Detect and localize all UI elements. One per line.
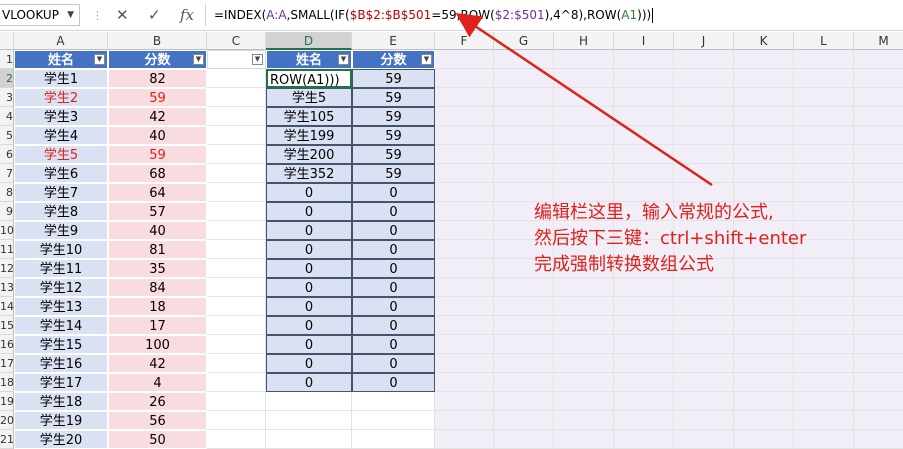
annotation-line: 然后按下三键：ctrl+shift+enter [534,228,807,249]
annotation-text: 编辑栏这里，输入常规的公式, 然后按下三键：ctrl+shift+enter 完… [534,200,806,278]
annotation-line: 完成强制转换数组公式 [534,254,714,275]
annotation-line: 编辑栏这里，输入常规的公式, [534,202,774,223]
